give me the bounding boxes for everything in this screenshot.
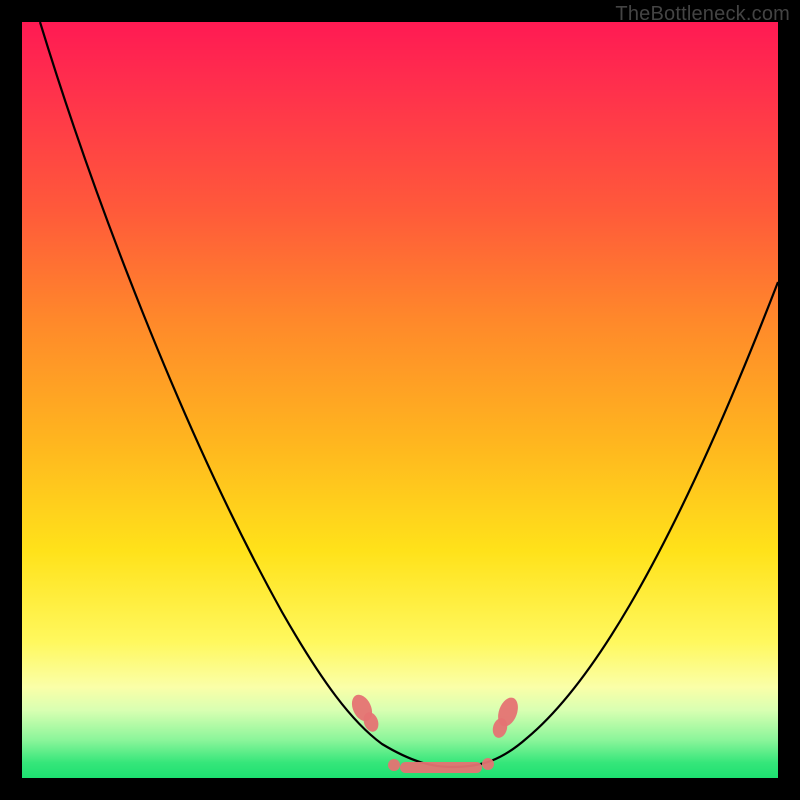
plot-area: [22, 22, 778, 778]
watermark-text: TheBottleneck.com: [615, 3, 790, 26]
chart-frame: TheBottleneck.com: [0, 0, 800, 800]
bottleneck-curve: [40, 22, 778, 767]
marker-bottom-dot-left: [388, 759, 400, 771]
marker-bottom-dot-right: [482, 758, 494, 770]
bottleneck-curve-svg: [22, 22, 778, 778]
marker-flat-bottom: [400, 762, 482, 773]
